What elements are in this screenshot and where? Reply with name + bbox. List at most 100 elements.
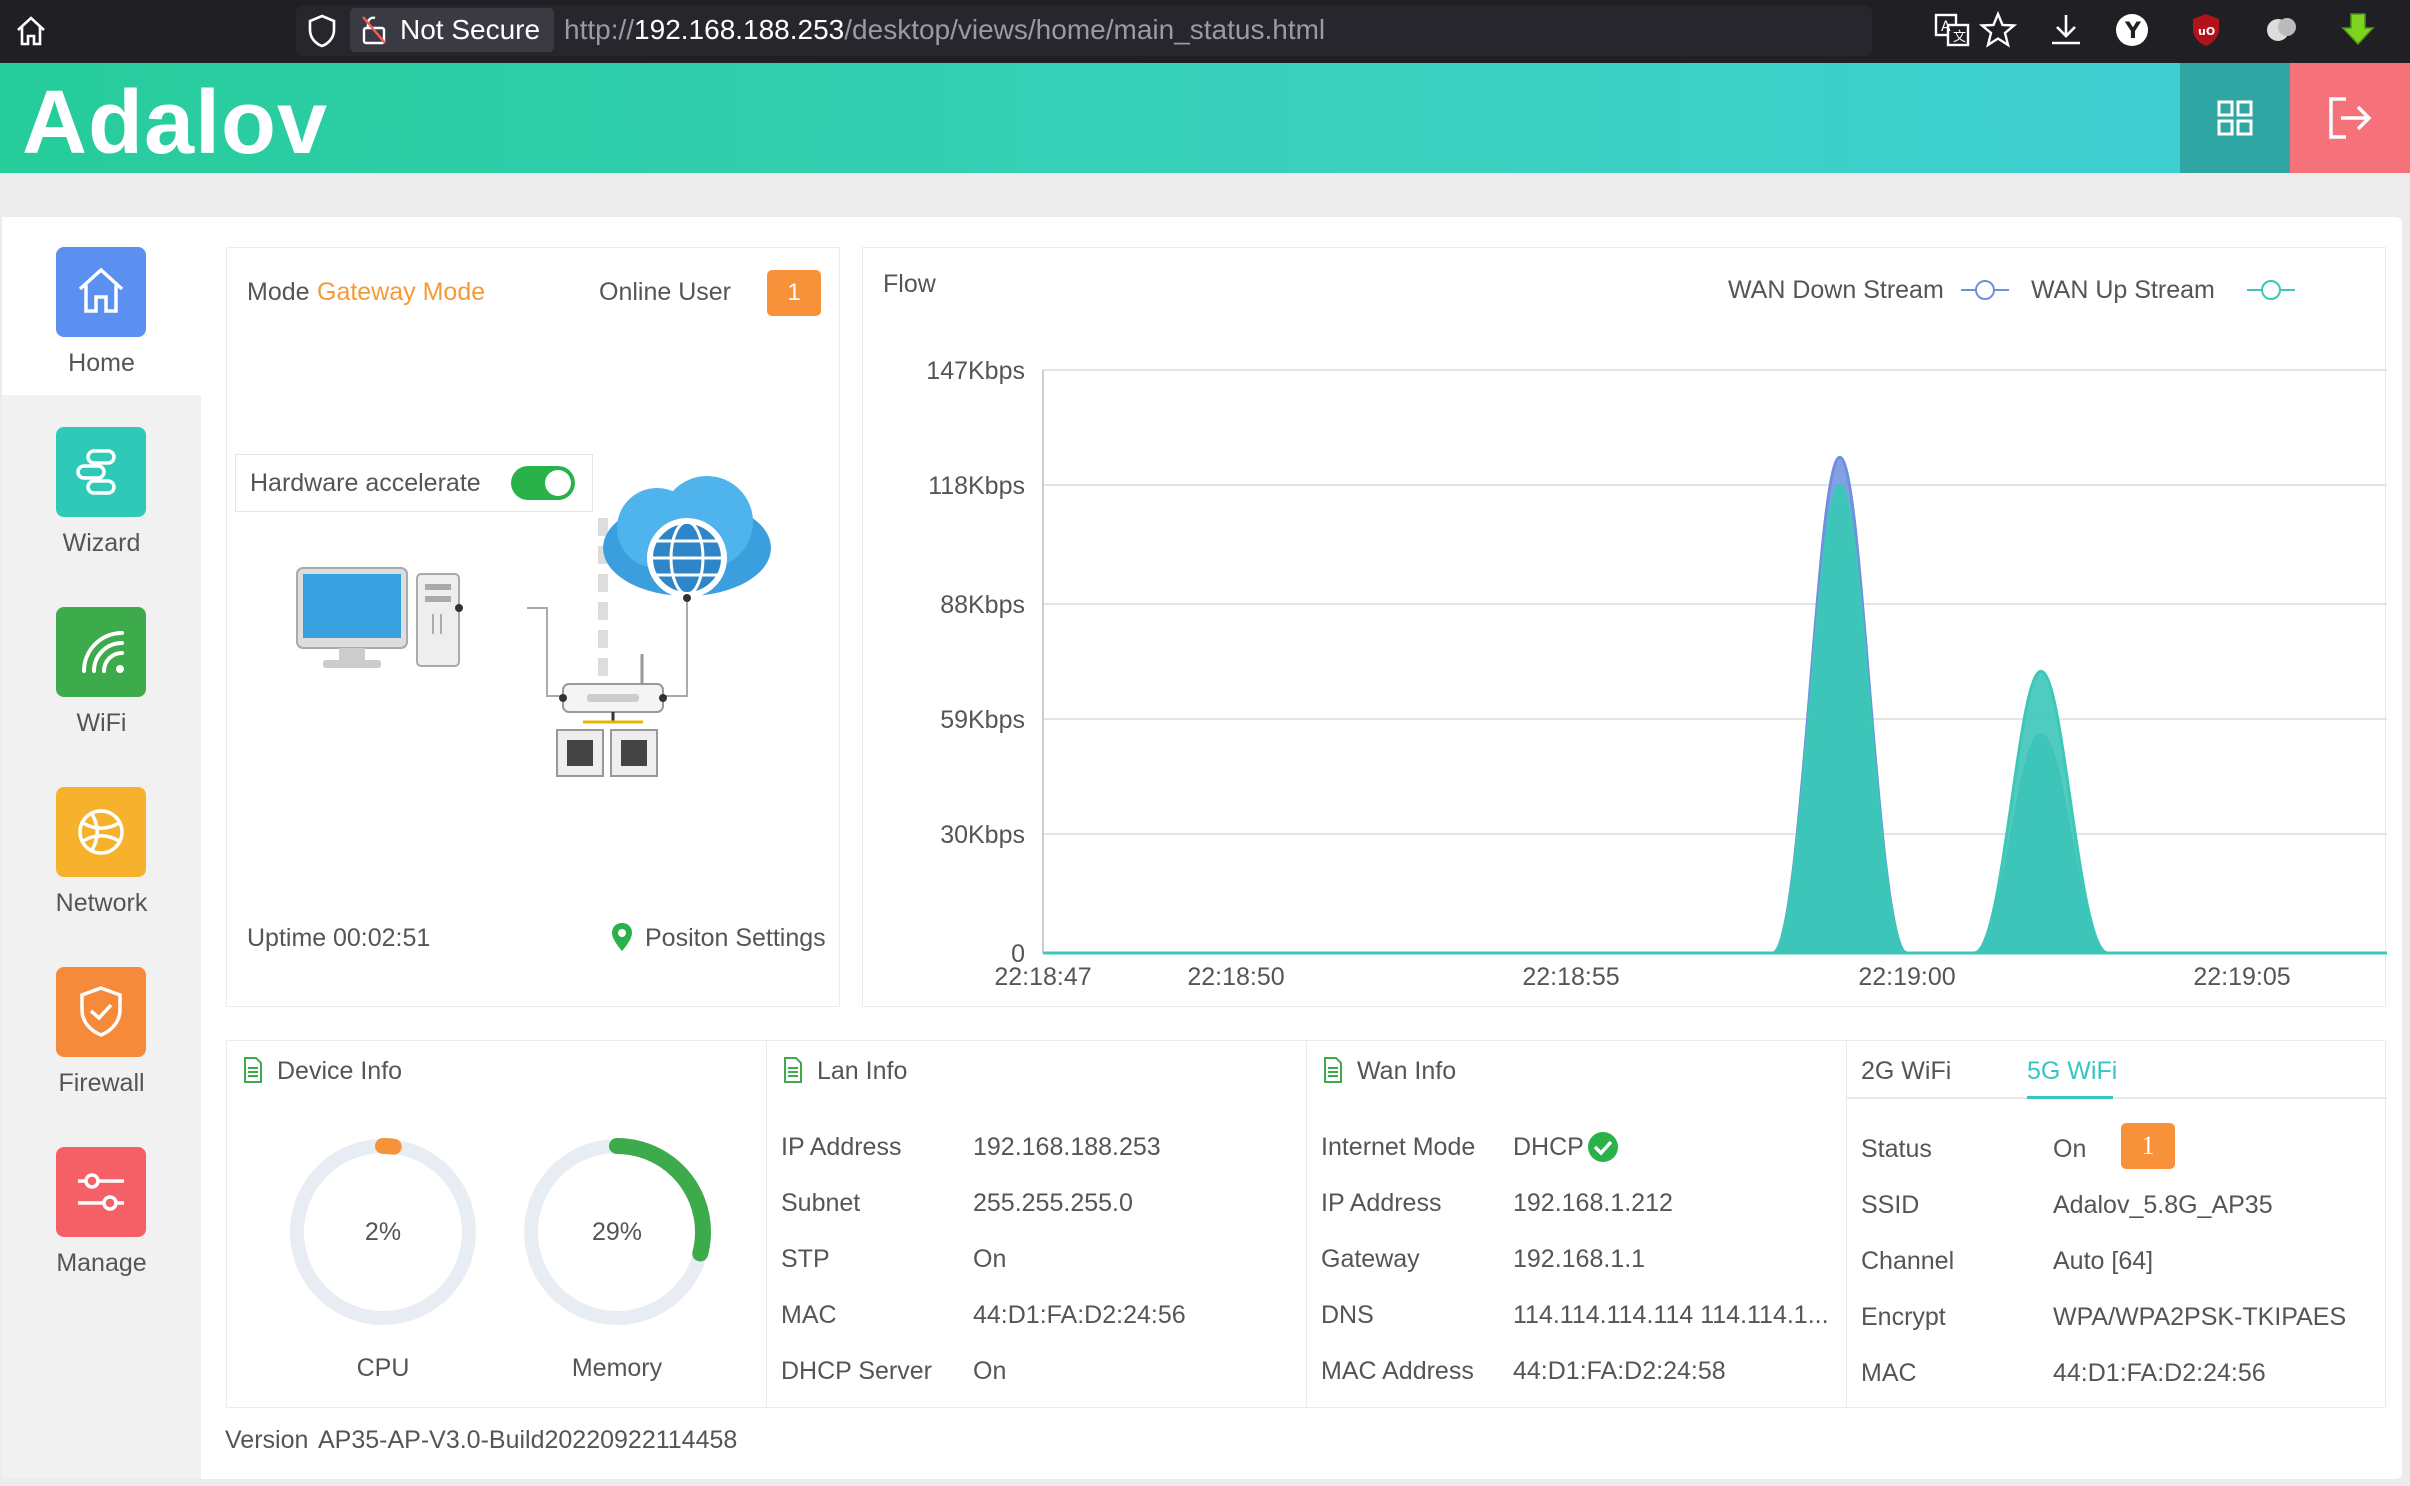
- wifi-client-badge[interactable]: 1: [2121, 1123, 2175, 1169]
- memory-percent: 29%: [591, 1218, 643, 1246]
- wan-mac-value: 44:D1:FA:D2:24:58: [1513, 1357, 1726, 1385]
- wan-gateway-value: 192.168.1.1: [1513, 1245, 1646, 1273]
- grid-menu-button[interactable]: [2180, 63, 2290, 173]
- status-panel: Mode Gateway Mode Online User 1 Hardware…: [226, 247, 840, 1007]
- position-settings-link[interactable]: Positon Settings: [645, 924, 826, 953]
- nav-network-tile: [56, 787, 146, 877]
- brand-logo: Adalov: [22, 73, 329, 173]
- x-tick-label: 22:18:47: [994, 963, 1091, 991]
- nav-wizard-label: Wizard: [62, 529, 141, 557]
- nav-network-label: Network: [55, 889, 148, 917]
- shield-icon[interactable]: [306, 13, 338, 49]
- logout-button[interactable]: [2290, 63, 2410, 173]
- document-icon: [784, 1057, 802, 1083]
- nav-wizard[interactable]: Wizard: [2, 397, 201, 575]
- flow-chart: 030Kbps59Kbps88Kbps118Kbps147Kbps22:18:4…: [926, 357, 2387, 991]
- map-pin-icon: [612, 923, 632, 951]
- app-header: Adalov: [0, 63, 2410, 173]
- version-label: Version: [225, 1426, 309, 1454]
- globe-icon: [78, 809, 124, 855]
- y-tick-label: 118Kbps: [928, 472, 1025, 500]
- nav-wifi-tile: [56, 607, 146, 697]
- y-tick-label: 147Kbps: [926, 357, 1025, 385]
- svg-text:Y: Y: [2124, 19, 2142, 44]
- document-icon: [1324, 1057, 1342, 1083]
- y-extension-icon[interactable]: Y: [2112, 10, 2152, 50]
- svg-text:A: A: [1941, 19, 1951, 35]
- nav-wizard-tile: [56, 427, 146, 517]
- uptime-value: 00:02:51: [333, 924, 431, 952]
- device-info-title: Device Info: [277, 1057, 403, 1085]
- lan-mac-label: MAC: [781, 1301, 837, 1329]
- wifi-ssid-label: SSID: [1861, 1191, 1920, 1219]
- router-icon: [556, 654, 667, 777]
- logout-icon: [2329, 97, 2372, 139]
- wan-mode-value: DHCP: [1513, 1133, 1584, 1161]
- nav-manage[interactable]: Manage: [2, 1117, 201, 1295]
- y-tick-label: 59Kbps: [940, 706, 1025, 734]
- mode-value: Gateway Mode: [317, 278, 486, 306]
- lan-ip-label: IP Address: [781, 1133, 902, 1161]
- nav-home[interactable]: Home: [2, 217, 201, 395]
- ublock-icon[interactable]: uO: [2186, 10, 2226, 50]
- wan-ip-value: 192.168.1.212: [1513, 1189, 1673, 1217]
- broken-lock-icon: [362, 16, 386, 45]
- nav-home-label: Home: [68, 349, 135, 377]
- x-tick-label: 22:19:05: [2193, 963, 2290, 991]
- series-down-area: [1043, 455, 2323, 955]
- cpu-percent: 2%: [364, 1218, 402, 1246]
- green-arrow-icon[interactable]: [2338, 10, 2378, 50]
- y-tick-label: 88Kbps: [940, 591, 1025, 619]
- wan-mode-label: Internet Mode: [1321, 1133, 1476, 1161]
- y-tick-label: 30Kbps: [940, 821, 1025, 849]
- lan-mac-value: 44:D1:FA:D2:24:56: [973, 1301, 1186, 1329]
- sliders-icon: [78, 1173, 124, 1211]
- flow-panel: Flow WAN Down Stream WAN Up Stream 0 30Kb…: [862, 247, 2387, 1007]
- sidebar: Home Wizard WiFi Network Firewall Manage: [2, 217, 201, 1479]
- nav-manage-label: Manage: [56, 1249, 147, 1277]
- mode-label: Mode: [247, 278, 310, 306]
- wifi-status-label: Status: [1861, 1135, 1932, 1163]
- nav-network[interactable]: Network: [2, 757, 201, 935]
- url-text[interactable]: http://192.168.188.253/desktop/views/hom…: [564, 14, 1325, 46]
- lan-subnet-value: 255.255.255.0: [973, 1189, 1133, 1217]
- lan-dhcp-label: DHCP Server: [781, 1357, 932, 1385]
- wan-gateway-label: Gateway: [1321, 1245, 1420, 1273]
- lan-stp-label: STP: [781, 1245, 830, 1273]
- nav-firewall[interactable]: Firewall: [2, 937, 201, 1115]
- wan-dns-label: DNS: [1321, 1301, 1374, 1329]
- online-user-label: Online User: [599, 278, 731, 306]
- lan-ip-value: 192.168.188.253: [973, 1133, 1161, 1161]
- nav-manage-tile: [56, 1147, 146, 1237]
- home-icon: [78, 267, 124, 313]
- download-icon[interactable]: [2046, 10, 2086, 50]
- memory-label: Memory: [571, 1354, 663, 1382]
- shield-check-icon: [80, 986, 122, 1037]
- wifi-channel-label: Channel: [1861, 1247, 1955, 1275]
- wan-info-title: Wan Info: [1357, 1057, 1457, 1085]
- lan-stp-value: On: [973, 1245, 1007, 1273]
- wan-mac-label: MAC Address: [1321, 1357, 1474, 1385]
- tab-5g-wifi[interactable]: 5G WiFi: [2027, 1057, 2117, 1086]
- nav-home-tile: [56, 247, 146, 337]
- wifi-status-value: On: [2053, 1135, 2087, 1163]
- version-value: AP35-AP-V3.0-Build20220922114458: [318, 1426, 738, 1454]
- lan-subnet-label: Subnet: [781, 1189, 861, 1217]
- wizard-icon: [76, 449, 116, 495]
- network-topology-illustration: [296, 476, 771, 777]
- home-icon[interactable]: [14, 14, 48, 48]
- puzzle-extension-icon[interactable]: [2262, 10, 2302, 50]
- nav-wifi[interactable]: WiFi: [2, 577, 201, 755]
- translate-icon[interactable]: A文: [1932, 10, 1972, 50]
- online-user-badge[interactable]: 1: [767, 270, 821, 316]
- computer-icon: [296, 567, 463, 668]
- wifi-mac-label: MAC: [1861, 1359, 1917, 1387]
- wifi-encrypt-value: WPA/WPA2PSK-TKIPAES: [2053, 1303, 2347, 1331]
- wifi-encrypt-label: Encrypt: [1861, 1303, 1946, 1331]
- tab-2g-wifi[interactable]: 2G WiFi: [1861, 1057, 1951, 1086]
- star-icon[interactable]: [1978, 10, 2018, 50]
- wifi-ssid-value: Adalov_5.8G_AP35: [2053, 1191, 2273, 1219]
- lan-dhcp-value: On: [973, 1357, 1007, 1385]
- cpu-label: CPU: [356, 1354, 410, 1382]
- nav-wifi-label: WiFi: [76, 709, 127, 737]
